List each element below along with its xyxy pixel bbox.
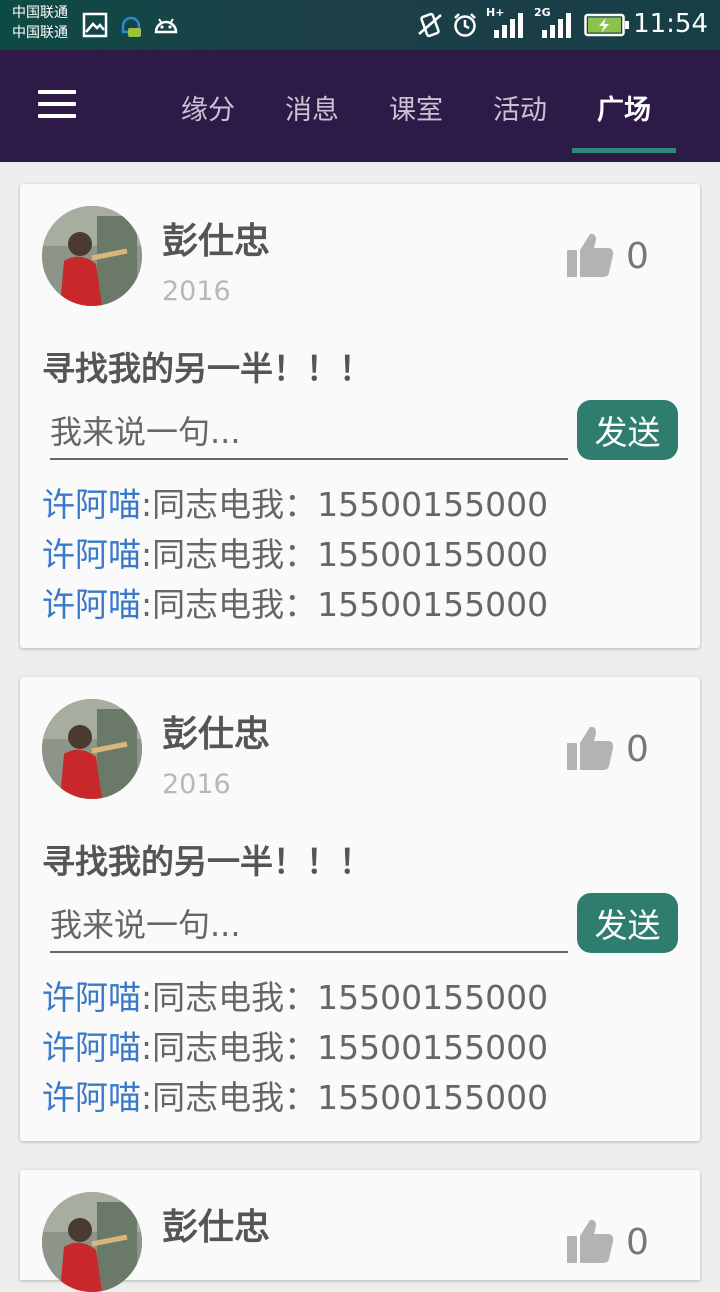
notification-icon	[121, 16, 141, 37]
android-icon	[154, 18, 178, 34]
post-card: 彭仕忠 0	[20, 1170, 700, 1292]
send-button[interactable]: 发送	[577, 400, 678, 460]
post-card: 彭仕忠 2016 0 寻找我的另一半！！！ 发送 许阿喵:同志电我：155001…	[20, 677, 700, 1141]
post-text: 寻找我的另一半！！！	[42, 349, 372, 388]
commenter-name[interactable]: 许阿喵	[42, 485, 141, 524]
commenter-name[interactable]: 许阿喵	[42, 585, 141, 624]
alarm-icon	[454, 13, 476, 37]
like-count: 0	[626, 236, 649, 277]
post-text: 寻找我的另一半！！！	[42, 842, 372, 881]
tab-yuanfen[interactable]: 缘分	[168, 88, 248, 127]
clock: 11:54	[633, 9, 708, 39]
tab-classroom[interactable]: 课室	[376, 88, 456, 127]
commenter-name[interactable]: 许阿喵	[42, 535, 141, 574]
post-author[interactable]: 彭仕忠	[162, 1198, 270, 1250]
carrier-2: 中国联通	[12, 25, 68, 41]
tab-messages[interactable]: 消息	[272, 88, 352, 127]
comment-item: 许阿喵:同志电我：15500155000	[42, 480, 548, 530]
comment-input[interactable]	[50, 899, 568, 953]
signal-icon	[494, 13, 523, 38]
send-button[interactable]: 发送	[577, 893, 678, 953]
comment-text: :同志电我：15500155000	[141, 978, 549, 1017]
image-icon	[82, 12, 108, 38]
commenter-name[interactable]: 许阿喵	[42, 1078, 141, 1117]
hamburger-menu-icon[interactable]	[38, 90, 76, 120]
comment-text: :同志电我：15500155000	[141, 1028, 549, 1067]
avatar[interactable]	[42, 206, 142, 306]
thumbs-up-icon[interactable]	[566, 1218, 614, 1264]
app-bar: 缘分 消息 课室 活动 广场	[0, 50, 720, 162]
comment-text: :同志电我：15500155000	[141, 1078, 549, 1117]
post-author[interactable]: 彭仕忠	[162, 705, 270, 757]
commenter-name[interactable]: 许阿喵	[42, 1028, 141, 1067]
comment-text: :同志电我：15500155000	[141, 585, 549, 624]
comment-item: 许阿喵:同志电我：15500155000	[42, 973, 548, 1023]
comment-text: :同志电我：15500155000	[141, 535, 549, 574]
vibrate-icon	[418, 12, 442, 38]
comment-list: 许阿喵:同志电我：15500155000 许阿喵:同志电我：1550015500…	[42, 973, 548, 1123]
post-card: 彭仕忠 2016 0 寻找我的另一半！！！ 发送 许阿喵:同志电我：155001…	[20, 184, 700, 648]
comment-item: 许阿喵:同志电我：15500155000	[42, 580, 548, 630]
like-count: 0	[626, 729, 649, 770]
tab-activities[interactable]: 活动	[480, 88, 560, 127]
carrier-1: 中国联通	[12, 5, 68, 21]
avatar[interactable]	[42, 699, 142, 799]
comment-list: 许阿喵:同志电我：15500155000 许阿喵:同志电我：1550015500…	[42, 480, 548, 630]
comment-item: 许阿喵:同志电我：15500155000	[42, 530, 548, 580]
battery-charging-icon	[584, 13, 629, 37]
avatar[interactable]	[42, 1192, 142, 1292]
active-tab-indicator	[572, 148, 676, 153]
status-bar: 中国联通 中国联通 H+ 2G 11:54	[0, 0, 720, 50]
thumbs-up-icon[interactable]	[566, 725, 614, 771]
post-author[interactable]: 彭仕忠	[162, 212, 270, 264]
thumbs-up-icon[interactable]	[566, 232, 614, 278]
post-date: 2016	[162, 769, 231, 800]
like-count: 0	[626, 1222, 649, 1263]
tab-square[interactable]: 广场	[584, 88, 664, 127]
comment-item: 许阿喵:同志电我：15500155000	[42, 1073, 548, 1123]
commenter-name[interactable]: 许阿喵	[42, 978, 141, 1017]
comment-input[interactable]	[50, 406, 568, 460]
post-date: 2016	[162, 276, 231, 307]
carrier-labels: 中国联通 中国联通	[12, 3, 68, 43]
comment-text: :同志电我：15500155000	[141, 485, 549, 524]
comment-item: 许阿喵:同志电我：15500155000	[42, 1023, 548, 1073]
signal-icon	[542, 13, 571, 38]
